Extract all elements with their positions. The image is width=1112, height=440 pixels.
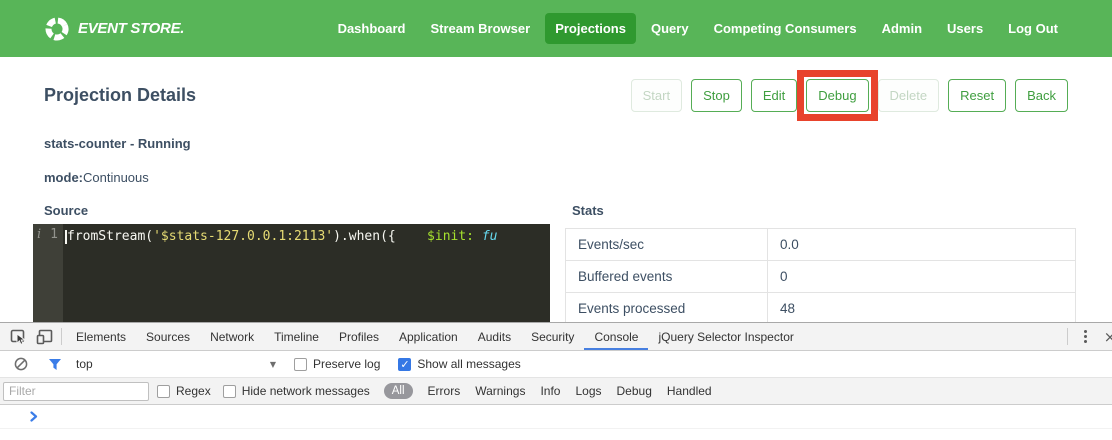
console-prompt-row[interactable] xyxy=(0,405,1112,429)
nav-item-competing-consumers[interactable]: Competing Consumers xyxy=(704,13,867,44)
preserve-log-checkbox[interactable] xyxy=(294,358,307,371)
hide-network-checkbox[interactable] xyxy=(223,385,236,398)
top-navbar: EVENT STORE. DashboardStream BrowserProj… xyxy=(0,0,1112,57)
console-output[interactable] xyxy=(0,405,1112,429)
preserve-log-label: Preserve log xyxy=(313,357,380,371)
stat-value: 0.0 xyxy=(768,229,1076,261)
stats-row: Events processed48 xyxy=(566,293,1076,325)
context-value: top xyxy=(76,357,93,371)
main-nav: DashboardStream BrowserProjectionsQueryC… xyxy=(328,13,1068,44)
nav-item-dashboard[interactable]: Dashboard xyxy=(328,13,416,44)
devtools-tab-network[interactable]: Network xyxy=(200,323,264,350)
show-all-messages-checkbox[interactable] xyxy=(398,358,411,371)
close-icon[interactable]: × xyxy=(1098,323,1112,350)
eventstore-logo-icon xyxy=(44,16,70,42)
nav-item-projections[interactable]: Projections xyxy=(545,13,636,44)
stats-row: Events/sec0.0 xyxy=(566,229,1076,261)
code-token: ).when({ xyxy=(333,229,396,244)
page-header: Projection Details Start Stop Edit Debug Del… xyxy=(44,78,1068,112)
nav-item-users[interactable]: Users xyxy=(937,13,993,44)
delete-button[interactable]: Delete xyxy=(878,79,940,112)
devtools-tab-sources[interactable]: Sources xyxy=(136,323,200,350)
stat-label: Events/sec xyxy=(566,229,768,261)
stat-label: Events processed xyxy=(566,293,768,325)
action-buttons: Start Stop Edit Debug DeleteReset Back xyxy=(622,79,1068,112)
device-toolbar-icon[interactable] xyxy=(31,323,57,350)
devtools-tab-profiles[interactable]: Profiles xyxy=(329,323,389,350)
show-all-messages-toggle[interactable]: Show all messages xyxy=(398,357,520,371)
divider xyxy=(61,328,62,345)
nav-item-log-out[interactable]: Log Out xyxy=(998,13,1068,44)
stat-value: 48 xyxy=(768,293,1076,325)
devtools-tab-jquery-selector-inspector[interactable]: jQuery Selector Inspector xyxy=(648,323,803,350)
devtools-tabs: ElementsSourcesNetworkTimelineProfilesAp… xyxy=(66,323,804,350)
edit-button[interactable]: Edit xyxy=(751,79,797,112)
console-level-all[interactable]: All xyxy=(384,383,413,399)
code-token: '$stats-127.0.0.1:2113' xyxy=(153,229,333,244)
divider xyxy=(1067,328,1068,345)
devtools-tab-elements[interactable]: Elements xyxy=(66,323,136,350)
code-token: $init: xyxy=(427,229,474,244)
regex-checkbox[interactable] xyxy=(157,385,170,398)
mode-value: Continuous xyxy=(83,170,149,185)
devtools-tabbar: ElementsSourcesNetworkTimelineProfilesAp… xyxy=(0,323,1112,351)
code-token xyxy=(474,229,482,244)
regex-toggle[interactable]: Regex xyxy=(157,384,211,398)
console-level-errors[interactable]: Errors xyxy=(428,384,461,398)
stats-row: Buffered events0 xyxy=(566,261,1076,293)
brand-text: EVENT STORE. xyxy=(78,20,184,37)
console-prompt-icon xyxy=(30,411,38,422)
console-level-debug[interactable]: Debug xyxy=(617,384,652,398)
console-level-warnings[interactable]: Warnings xyxy=(475,384,525,398)
inspect-element-icon[interactable] xyxy=(5,323,31,350)
hide-network-toggle[interactable]: Hide network messages xyxy=(223,384,370,398)
debug-button[interactable]: Debug xyxy=(806,79,868,112)
code-token: fromStream( xyxy=(67,229,153,244)
devtools-panel: ElementsSourcesNetworkTimelineProfilesAp… xyxy=(0,322,1112,440)
console-toolbar: top ▼ Preserve log Show all messages xyxy=(0,351,1112,378)
nav-item-query[interactable]: Query xyxy=(641,13,699,44)
code-token xyxy=(396,229,427,244)
chevron-down-icon: ▼ xyxy=(270,360,276,369)
code-token: fu xyxy=(482,229,498,244)
console-filterbar: Regex Hide network messages All Errors War… xyxy=(0,378,1112,405)
kebab-menu-icon[interactable] xyxy=(1072,323,1098,350)
execution-context-selector[interactable]: top ▼ xyxy=(76,357,276,371)
clear-console-icon[interactable] xyxy=(8,357,34,371)
info-annotation-icon: i xyxy=(37,227,41,242)
devtools-tab-timeline[interactable]: Timeline xyxy=(264,323,329,350)
filter-funnel-icon[interactable] xyxy=(42,358,68,371)
console-level-info[interactable]: Info xyxy=(540,384,560,398)
nav-item-admin[interactable]: Admin xyxy=(872,13,932,44)
reset-button[interactable]: Reset xyxy=(948,79,1006,112)
hide-network-label: Hide network messages xyxy=(242,384,370,398)
debug-highlight-box: Debug xyxy=(806,79,868,112)
line-number: 1 xyxy=(50,227,58,242)
devtools-tab-console[interactable]: Console xyxy=(584,323,648,350)
devtools-tab-application[interactable]: Application xyxy=(389,323,468,350)
stop-button[interactable]: Stop xyxy=(691,79,742,112)
nav-item-stream-browser[interactable]: Stream Browser xyxy=(420,13,540,44)
devtools-tab-audits[interactable]: Audits xyxy=(468,323,521,350)
page-title: Projection Details xyxy=(44,85,196,106)
console-level-handled[interactable]: Handled xyxy=(667,384,712,398)
filter-input[interactable] xyxy=(3,382,149,401)
back-button[interactable]: Back xyxy=(1015,79,1068,112)
preserve-log-toggle[interactable]: Preserve log xyxy=(294,357,380,371)
stats-heading: Stats xyxy=(572,203,1076,218)
console-level-logs[interactable]: Logs xyxy=(575,384,601,398)
source-heading: Source xyxy=(44,203,550,218)
devtools-tabbar-right: × xyxy=(1063,323,1112,350)
mode-label: mode: xyxy=(44,170,83,185)
brand[interactable]: EVENT STORE. xyxy=(44,16,184,42)
stat-value: 0 xyxy=(768,261,1076,293)
start-button[interactable]: Start xyxy=(631,79,682,112)
show-all-messages-label: Show all messages xyxy=(417,357,520,371)
stat-label: Buffered events xyxy=(566,261,768,293)
console-level-filters: All Errors Warnings Info Logs Debug Handled xyxy=(384,383,712,399)
regex-label: Regex xyxy=(176,384,211,398)
devtools-tab-security[interactable]: Security xyxy=(521,323,584,350)
mode-line: mode:Continuous xyxy=(44,170,1112,185)
projection-status: stats-counter - Running xyxy=(44,136,1112,151)
